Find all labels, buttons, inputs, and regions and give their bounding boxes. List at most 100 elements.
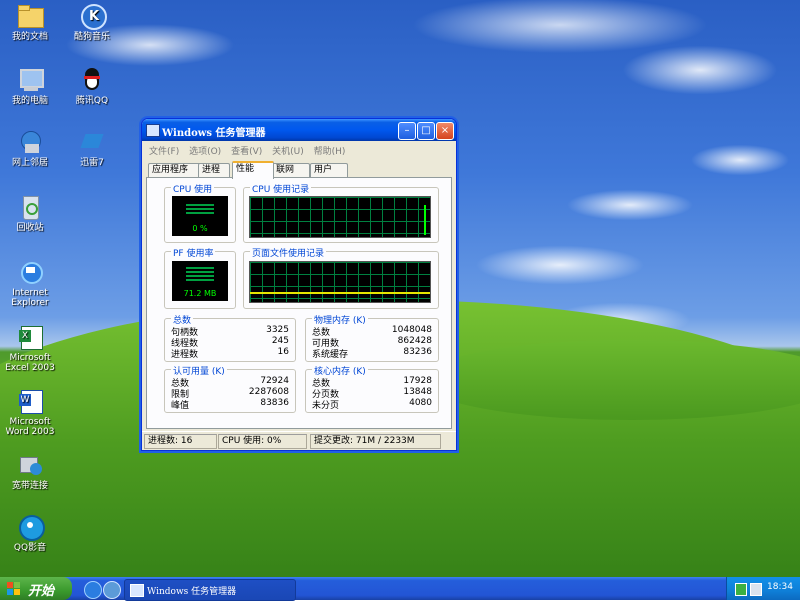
meter-bar: [186, 271, 214, 273]
taskbar-button-label: Windows 任务管理器: [147, 587, 237, 597]
desktop-icon-label: Word 2003: [5, 427, 55, 437]
cpu-history-graph: [249, 196, 431, 238]
cpu-usage-group: CPU 使用 0 %: [164, 182, 236, 243]
stat-row: 总数 72924: [171, 376, 289, 389]
desktop-icon-xunlei[interactable]: 迅雷7: [60, 128, 124, 168]
pf-usage-value: 71.2 MB: [183, 289, 217, 298]
desktop-icon-label: Microsoft: [9, 353, 51, 363]
menu-file[interactable]: 文件(F): [146, 141, 183, 157]
taskbar: 开始 Windows 任务管理器 18:34: [0, 577, 800, 601]
tab-users[interactable]: 用户: [310, 163, 348, 177]
desktop-icon-excel[interactable]: X Microsoft Excel 2003: [0, 323, 62, 373]
pf-usage-group: PF 使用率 71.2 MB: [164, 246, 236, 309]
network-icon: [15, 128, 45, 156]
stat-value: 2287608: [248, 387, 289, 397]
pf-history-group: 页面文件使用记录: [243, 246, 439, 309]
desktop-icon-my-documents[interactable]: 我的文档: [0, 2, 62, 42]
ie-quicklaunch-icon[interactable]: [84, 581, 102, 599]
stat-label: 峰值: [171, 401, 190, 411]
desktop-icon-label: 迅雷7: [80, 158, 104, 168]
title-bar[interactable]: Windows 任务管理器 – □ ×: [142, 119, 456, 141]
xunlei-icon: [77, 128, 107, 156]
totals-group: 总数 句柄数 3325 线程数 245 进程数 16: [164, 313, 296, 362]
status-commit: 提交更改: 71M / 2233M: [310, 434, 441, 449]
tab-applications[interactable]: 应用程序: [148, 163, 204, 177]
close-button[interactable]: ×: [436, 122, 454, 140]
stat-value: 83236: [403, 347, 432, 357]
windows-flag-icon: [7, 582, 21, 595]
desktop-icon-qq[interactable]: 腾讯QQ: [60, 66, 124, 106]
cpu-usage-label: CPU 使用: [171, 182, 215, 195]
show-desktop-icon[interactable]: [103, 581, 121, 599]
menu-options[interactable]: 选项(O): [186, 141, 225, 157]
meter-bar: [186, 279, 214, 281]
stat-row: 可用数 862428: [312, 336, 432, 349]
pf-history-label: 页面文件使用记录: [250, 246, 327, 259]
pf-usage-label: PF 使用率: [171, 246, 216, 259]
stat-row: 总数 1048048: [312, 325, 432, 338]
start-label: 开始: [28, 584, 55, 599]
desktop-icon-label: 我的电脑: [11, 96, 48, 106]
maximize-button[interactable]: □: [417, 122, 435, 140]
cpu-usage-meter: 0 %: [172, 196, 228, 236]
start-button[interactable]: 开始: [0, 577, 72, 600]
taskbar-button-task-manager[interactable]: Windows 任务管理器: [124, 579, 296, 601]
desktop-icon-label: QQ影音: [13, 543, 47, 553]
physical-memory-group: 物理内存 (K) 总数 1048048 可用数 862428 系统缓存 83236: [305, 313, 439, 362]
desktop-icon-label: Explorer: [11, 298, 49, 308]
stat-label: 进程数: [171, 350, 199, 360]
stat-row: 未分页 4080: [312, 398, 432, 411]
tab-processes[interactable]: 进程: [198, 163, 230, 177]
stat-label: 未分页: [312, 401, 340, 411]
desktop-icon-word[interactable]: W Microsoft Word 2003: [0, 387, 62, 437]
tab-performance[interactable]: 性能: [232, 161, 274, 179]
excel-icon: X: [15, 323, 45, 351]
pf-usage-meter: 71.2 MB: [172, 261, 228, 301]
stat-row: 峰值 83836: [171, 398, 289, 411]
broadband-connection-icon: [15, 451, 45, 479]
desktop-icon-recycle-bin[interactable]: 回收站: [0, 193, 62, 233]
stat-value: 16: [277, 347, 289, 357]
desktop-icon-label: 酷狗音乐: [73, 32, 110, 42]
task-manager-icon: [130, 584, 144, 597]
desktop-icon-internet-explorer[interactable]: Internet Explorer: [0, 258, 62, 308]
desktop-icon-broadband[interactable]: 宽带连接: [0, 451, 62, 491]
desktop-icon-network[interactable]: 网上邻居: [0, 128, 62, 168]
desktop-icon-label: 网上邻居: [11, 158, 48, 168]
stat-value: 83836: [260, 398, 289, 408]
cpu-history-spike: [424, 205, 426, 235]
stat-value: 245: [271, 336, 289, 346]
cpu-history-label: CPU 使用记录: [250, 182, 312, 195]
desktop-icon-qq-player[interactable]: QQ影音: [0, 513, 62, 553]
task-manager-icon: [146, 124, 160, 137]
desktop-icon-my-computer[interactable]: 我的电脑: [0, 66, 62, 106]
stat-value: 862428: [397, 336, 432, 346]
stat-row: 线程数 245: [171, 336, 289, 349]
stat-value: 4080: [409, 398, 432, 408]
commit-charge-group: 认可用量 (K) 总数 72924 限制 2287608 峰值 83836: [164, 364, 296, 413]
minimize-button[interactable]: –: [398, 122, 416, 140]
clock[interactable]: 18:34: [767, 582, 793, 592]
status-processes: 进程数: 16: [144, 434, 217, 449]
menu-view[interactable]: 查看(V): [228, 141, 266, 157]
tray-app-icon[interactable]: [735, 583, 747, 596]
desktop-icon-label: 宽带连接: [11, 481, 48, 491]
stat-row: 总数 17928: [312, 376, 432, 389]
status-bar: 进程数: 16 CPU 使用: 0% 提交更改: 71M / 2233M: [142, 431, 456, 450]
network-tray-icon[interactable]: [750, 583, 762, 596]
menu-shutdown[interactable]: 关机(U): [269, 141, 308, 157]
stat-label: 系统缓存: [312, 350, 349, 360]
window-title: Windows 任务管理器: [162, 128, 266, 139]
kugou-icon: K: [77, 2, 107, 30]
menu-help[interactable]: 帮助(H): [311, 141, 350, 157]
internet-explorer-icon: [15, 258, 45, 286]
tab-networking[interactable]: 联网: [272, 163, 310, 177]
stat-row: 限制 2287608: [171, 387, 289, 400]
meter-bar: [186, 212, 214, 214]
stat-row: 系统缓存 83236: [312, 347, 432, 360]
desktop-icon-label: 我的文档: [11, 32, 48, 42]
desktop-icon-label: 回收站: [16, 223, 44, 233]
qq-penguin-icon: [77, 66, 107, 94]
meter-bar: [186, 267, 214, 269]
desktop-icon-kugou[interactable]: K 酷狗音乐: [60, 2, 124, 42]
